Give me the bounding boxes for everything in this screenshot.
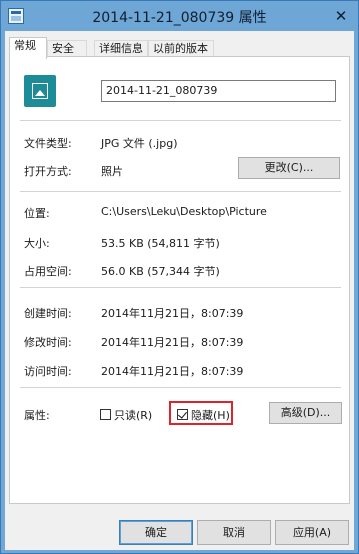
- file-type-value: JPG 文件 (.jpg): [101, 137, 178, 150]
- modified-value: 2014年11月21日，8:07:39: [101, 336, 244, 349]
- hidden-label[interactable]: 隐藏(H): [191, 407, 230, 423]
- advanced-button[interactable]: 高级(D)...: [269, 402, 342, 424]
- ok-button[interactable]: 确定: [119, 520, 193, 545]
- tab-general[interactable]: 常规: [9, 37, 47, 59]
- divider: [20, 191, 341, 192]
- divider: [20, 287, 341, 288]
- readonly-label[interactable]: 只读(R): [114, 407, 152, 423]
- divider: [20, 387, 341, 388]
- modified-label: 修改时间:: [24, 336, 72, 349]
- hidden-checkbox[interactable]: [177, 409, 188, 420]
- window-title: 2014-11-21_080739 属性: [92, 10, 267, 26]
- title-bar[interactable]: 2014-11-21_080739 属性 ✕: [1, 1, 358, 31]
- properties-window: 2014-11-21_080739 属性 ✕ 常规 安全 详细信息 以前的版本 …: [0, 0, 359, 554]
- dialog-body: 常规 安全 详细信息 以前的版本 2014-11-21_080739 文件类型:…: [5, 31, 354, 550]
- size-on-disk-label: 占用空间:: [24, 265, 72, 278]
- file-name-input[interactable]: 2014-11-21_080739: [101, 80, 336, 102]
- size-value: 53.5 KB (54,811 字节): [101, 237, 220, 250]
- accessed-label: 访问时间:: [24, 365, 72, 378]
- open-with-value: 照片: [101, 165, 123, 178]
- apply-button[interactable]: 应用(A): [275, 520, 349, 545]
- size-on-disk-value: 56.0 KB (57,344 字节): [101, 265, 220, 278]
- readonly-checkbox[interactable]: [100, 409, 111, 420]
- created-label: 创建时间:: [24, 307, 72, 320]
- accessed-value: 2014年11月21日，8:07:39: [101, 365, 244, 378]
- created-value: 2014年11月21日，8:07:39: [101, 307, 244, 320]
- divider: [20, 120, 341, 121]
- open-with-label: 打开方式:: [24, 165, 72, 178]
- location-label: 位置:: [24, 207, 50, 220]
- close-icon[interactable]: ✕: [332, 8, 350, 24]
- file-type-label: 文件类型:: [24, 137, 72, 150]
- location-value: C:\Users\Leku\Desktop\Picture: [101, 205, 267, 218]
- general-panel: 2014-11-21_080739 文件类型: JPG 文件 (.jpg) 打开…: [9, 56, 350, 504]
- attributes-label: 属性:: [24, 409, 50, 422]
- size-label: 大小:: [24, 237, 50, 250]
- cancel-button[interactable]: 取消: [197, 520, 271, 545]
- change-button[interactable]: 更改(C)...: [238, 157, 340, 179]
- image-file-icon: [24, 75, 56, 107]
